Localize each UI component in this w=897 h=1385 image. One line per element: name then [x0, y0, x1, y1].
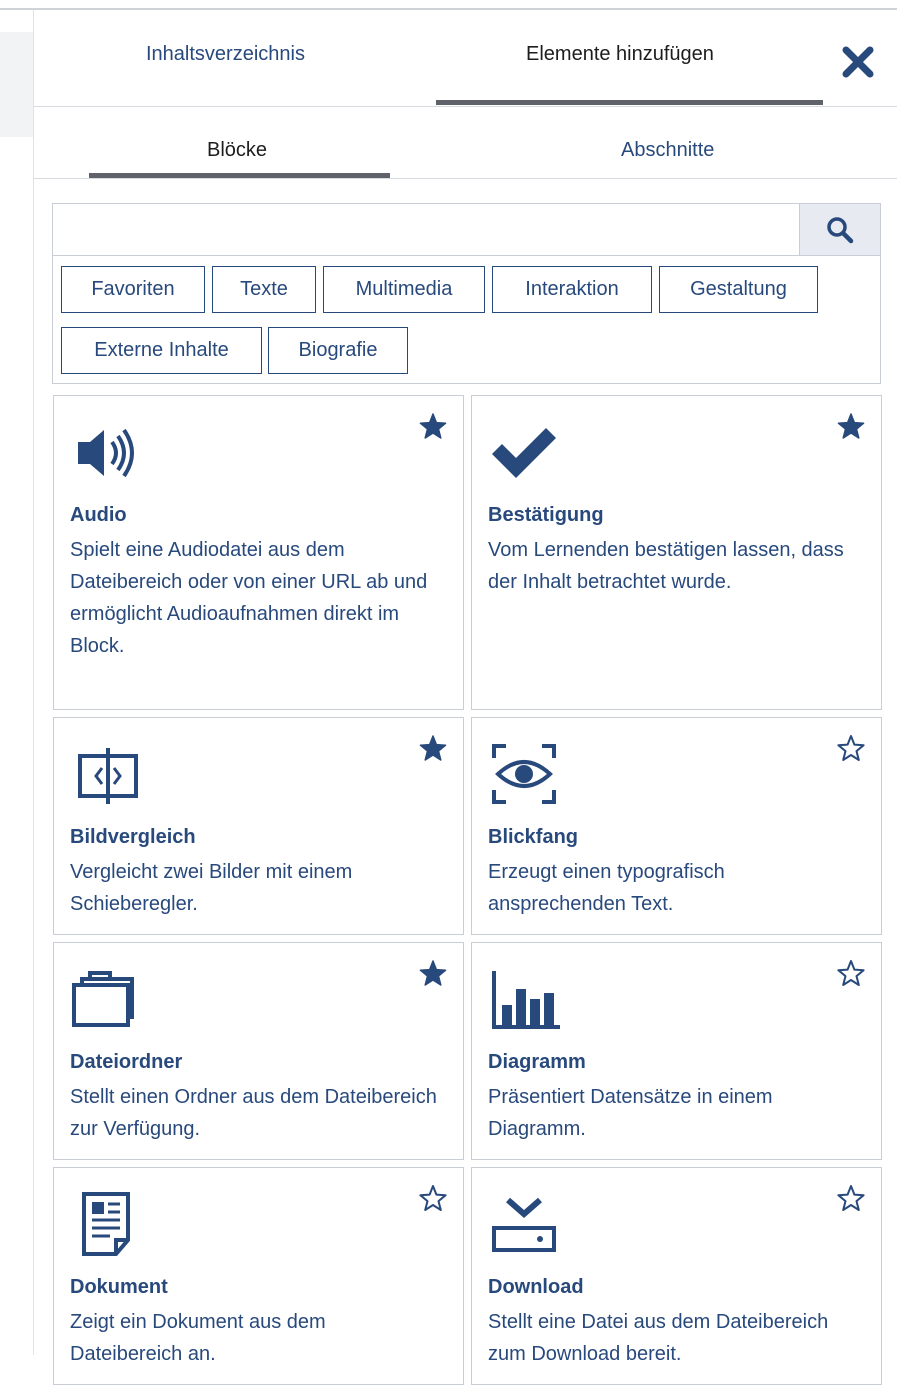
filter-multimedia[interactable]: Multimedia — [323, 266, 485, 313]
filter-externe-inhalte[interactable]: Externe Inhalte — [61, 327, 262, 374]
favorite-star-icon[interactable] — [419, 412, 447, 440]
download-icon — [492, 1197, 556, 1252]
block-card-audio[interactable]: Audio Spielt eine Audiodatei aus dem Dat… — [53, 395, 464, 710]
panel-header-tabs: Inhaltsverzeichnis Elemente hinzufügen — [34, 10, 897, 107]
block-description: Präsentiert Datensätze in einem Diagramm… — [488, 1086, 773, 1140]
block-description: Zeigt ein Dokument aus dem Dateibereich … — [70, 1311, 326, 1365]
block-section-tabs: Blöcke Abschnitte — [34, 107, 897, 179]
block-card-blickfang[interactable]: Blickfang Erzeugt einen typografisch ans… — [471, 717, 882, 935]
block-description: Vergleicht zwei Bilder mit einem Schiebe… — [70, 861, 353, 915]
audio-icon — [78, 428, 134, 478]
active-tab-indicator — [436, 100, 823, 105]
block-description: Vom Lernenden bestätigen lassen, dass de… — [488, 539, 844, 593]
favorite-star-icon[interactable] — [837, 412, 865, 440]
block-card-bildvergleich[interactable]: Bildvergleich Vergleicht zwei Bilder mit… — [53, 717, 464, 935]
favorite-star-outline-icon[interactable] — [419, 1184, 447, 1212]
block-title: Bildvergleich — [70, 826, 196, 848]
folder-icon — [72, 971, 134, 1027]
eye-icon — [492, 744, 556, 804]
block-title: Audio — [70, 504, 127, 526]
block-description: Stellt eine Datei aus dem Dateibereich z… — [488, 1311, 829, 1365]
tab-blocks[interactable]: Blöcke — [207, 139, 267, 162]
block-description: Spielt eine Audiodatei aus dem Dateibere… — [70, 539, 428, 657]
filter-favoriten[interactable]: Favoriten — [61, 266, 205, 313]
search-button[interactable] — [799, 204, 880, 256]
checkmark-icon — [492, 428, 556, 478]
image-compare-icon — [78, 748, 138, 804]
favorite-star-icon[interactable] — [419, 959, 447, 987]
search-and-filter-box: Favoriten Texte Multimedia Interaktion G… — [52, 203, 881, 384]
block-description: Stellt einen Ordner aus dem Dateibereich… — [70, 1086, 437, 1140]
left-background-strip — [0, 10, 34, 1355]
close-button[interactable] — [840, 44, 876, 80]
favorite-star-outline-icon[interactable] — [837, 959, 865, 987]
block-title: Diagramm — [488, 1051, 586, 1073]
block-title: Dokument — [70, 1276, 168, 1298]
favorite-star-outline-icon[interactable] — [837, 1184, 865, 1212]
block-card-bestaetigung[interactable]: Bestätigung Vom Lernenden bestätigen las… — [471, 395, 882, 710]
filter-biografie[interactable]: Biografie — [268, 327, 408, 374]
document-icon — [82, 1192, 130, 1256]
tab-sections[interactable]: Abschnitte — [621, 139, 714, 162]
block-title: Download — [488, 1276, 584, 1298]
close-icon — [842, 46, 874, 78]
block-title: Blickfang — [488, 826, 579, 848]
tab-table-of-contents[interactable]: Inhaltsverzeichnis — [146, 43, 305, 66]
search-input[interactable] — [53, 204, 799, 256]
bar-chart-icon — [492, 971, 560, 1029]
tab-add-elements[interactable]: Elemente hinzufügen — [526, 43, 714, 66]
block-title: Bestätigung — [488, 504, 604, 526]
filter-gestaltung[interactable]: Gestaltung — [659, 266, 818, 313]
block-title: Dateiordner — [70, 1051, 183, 1073]
search-icon — [827, 216, 854, 243]
filter-interaktion[interactable]: Interaktion — [492, 266, 652, 313]
active-subtab-indicator — [89, 173, 390, 178]
block-card-dateiordner[interactable]: Dateiordner Stellt einen Ordner aus dem … — [53, 942, 464, 1160]
block-card-dokument[interactable]: Dokument Zeigt ein Dokument aus dem Date… — [53, 1167, 464, 1385]
block-card-diagramm[interactable]: Diagramm Präsentiert Datensätze in einem… — [471, 942, 882, 1160]
filter-texte[interactable]: Texte — [212, 266, 316, 313]
add-elements-panel: Inhaltsverzeichnis Elemente hinzufügen B… — [34, 10, 897, 1385]
favorite-star-outline-icon[interactable] — [837, 734, 865, 762]
block-description: Erzeugt einen typografisch ansprechenden… — [488, 861, 725, 915]
favorite-star-icon[interactable] — [419, 734, 447, 762]
left-strip-shade — [0, 32, 33, 137]
block-card-download[interactable]: Download Stellt eine Datei aus dem Datei… — [471, 1167, 882, 1385]
